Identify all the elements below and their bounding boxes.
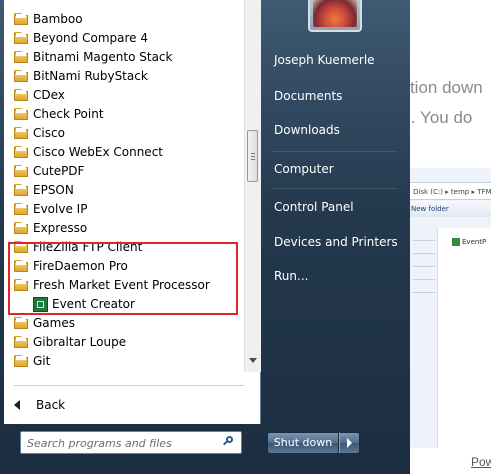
shutdown-button[interactable]: Shut down [267, 432, 339, 454]
program-folder-item[interactable]: Cisco WebEx Connect [4, 143, 240, 162]
program-label: EPSON [33, 183, 74, 197]
program-folder-item[interactable]: Cisco [4, 124, 240, 143]
folder-icon [14, 89, 28, 101]
program-label: CDex [33, 88, 65, 102]
folder-icon [14, 203, 28, 215]
programs-pane: Bamboo Beyond Compare 4 Bitnami Magento St… [4, 0, 261, 424]
program-folder-item[interactable]: BitNami RubyStack [4, 67, 240, 86]
explorer-nav-pane [413, 228, 435, 463]
folder-icon [14, 127, 28, 139]
program-label: CutePDF [33, 164, 85, 178]
program-label: FileZilla FTP Client [33, 240, 143, 254]
program-folder-item[interactable]: EPSON [4, 181, 240, 200]
folder-icon [14, 222, 28, 234]
program-label: Git [33, 354, 51, 368]
folder-icon [14, 32, 28, 44]
explorer-file-pane: EventP [437, 228, 491, 463]
explorer-file-label: EventP [462, 238, 487, 246]
right-item-run[interactable]: Run... [266, 261, 406, 291]
folder-icon [14, 241, 28, 253]
program-folder-item[interactable]: Bamboo [4, 10, 240, 29]
program-label: Gibraltar Loupe [33, 335, 127, 349]
back-label: Back [36, 398, 66, 412]
folder-icon [14, 317, 28, 329]
program-label: Evolve IP [33, 202, 88, 216]
all-programs-list: Bamboo Beyond Compare 4 Bitnami Magento St… [4, 0, 244, 372]
scroll-down-arrow-icon[interactable] [249, 358, 257, 363]
program-folder-item[interactable]: FireDaemon Pro [4, 257, 240, 276]
chevron-right-icon [347, 438, 352, 448]
program-label: Beyond Compare 4 [33, 31, 148, 45]
program-folder-item[interactable]: Expresso [4, 219, 240, 238]
folder-icon [14, 165, 28, 177]
program-folder-item[interactable]: Fresh Market Event Processor [4, 276, 240, 295]
user-avatar[interactable] [308, 0, 362, 32]
folder-icon [14, 108, 28, 120]
separator [272, 151, 398, 152]
program-label: FireDaemon Pro [33, 259, 128, 273]
program-label: Bitnami Magento Stack [33, 50, 173, 64]
program-label: BitNami RubyStack [33, 69, 148, 83]
program-folder-item[interactable]: Beyond Compare 4 [4, 29, 240, 48]
program-folder-item[interactable]: Evolve IP [4, 200, 240, 219]
folder-icon [14, 355, 28, 367]
program-label: Event Creator [52, 297, 135, 311]
program-folder-item[interactable]: CDex [4, 86, 240, 105]
program-label: Expresso [33, 221, 88, 235]
user-name-link[interactable]: Joseph Kuemerle [266, 45, 406, 75]
program-folder-item[interactable]: Check Point [4, 105, 240, 124]
start-menu: Bamboo Beyond Compare 4 Bitnami Magento St… [0, 0, 410, 474]
program-folder-item[interactable]: Git [4, 352, 240, 371]
event-creator-app-icon [33, 297, 48, 312]
program-label: Fresh Market Event Processor [33, 278, 210, 292]
back-arrow-icon [14, 400, 20, 410]
folder-icon [14, 260, 28, 272]
program-label: Check Point [33, 107, 104, 121]
separator [14, 385, 244, 386]
folder-icon [14, 51, 28, 63]
folder-icon [14, 336, 28, 348]
search-input[interactable] [25, 432, 219, 455]
program-folder-item[interactable]: CutePDF [4, 162, 240, 181]
right-item-devices-printers[interactable]: Devices and Printers [266, 227, 406, 257]
program-label: Bamboo [33, 12, 83, 26]
program-label: Cisco [33, 126, 65, 140]
right-item-downloads[interactable]: Downloads [266, 115, 406, 145]
folder-icon [14, 184, 28, 196]
program-folder-item[interactable]: Gibraltar Loupe [4, 333, 240, 352]
folder-icon [14, 146, 28, 158]
right-item-computer[interactable]: Computer [266, 154, 406, 184]
right-item-control-panel[interactable]: Control Panel [266, 192, 406, 222]
program-folder-item[interactable]: FileZilla FTP Client [4, 238, 240, 257]
search-icon[interactable] [223, 436, 235, 448]
right-item-documents[interactable]: Documents [266, 81, 406, 111]
shutdown-options-button[interactable] [339, 432, 360, 454]
program-folder-item[interactable]: Games [4, 314, 240, 333]
search-box[interactable] [20, 431, 242, 455]
explorer-file-item[interactable]: EventP [452, 238, 486, 246]
programs-scrollbar[interactable] [244, 0, 261, 372]
program-label: Games [33, 316, 75, 330]
separator [272, 188, 398, 189]
folder-icon [14, 279, 28, 291]
file-icon [452, 238, 460, 246]
program-app-item[interactable]: Event Creator [4, 295, 240, 314]
scroll-thumb[interactable] [247, 130, 258, 182]
folder-icon [14, 70, 28, 82]
folder-icon [14, 13, 28, 25]
program-folder-item[interactable]: Bitnami Magento Stack [4, 48, 240, 67]
program-label: Cisco WebEx Connect [33, 145, 163, 159]
avatar-picture [313, 0, 357, 27]
background-link[interactable]: Pow [471, 455, 491, 469]
